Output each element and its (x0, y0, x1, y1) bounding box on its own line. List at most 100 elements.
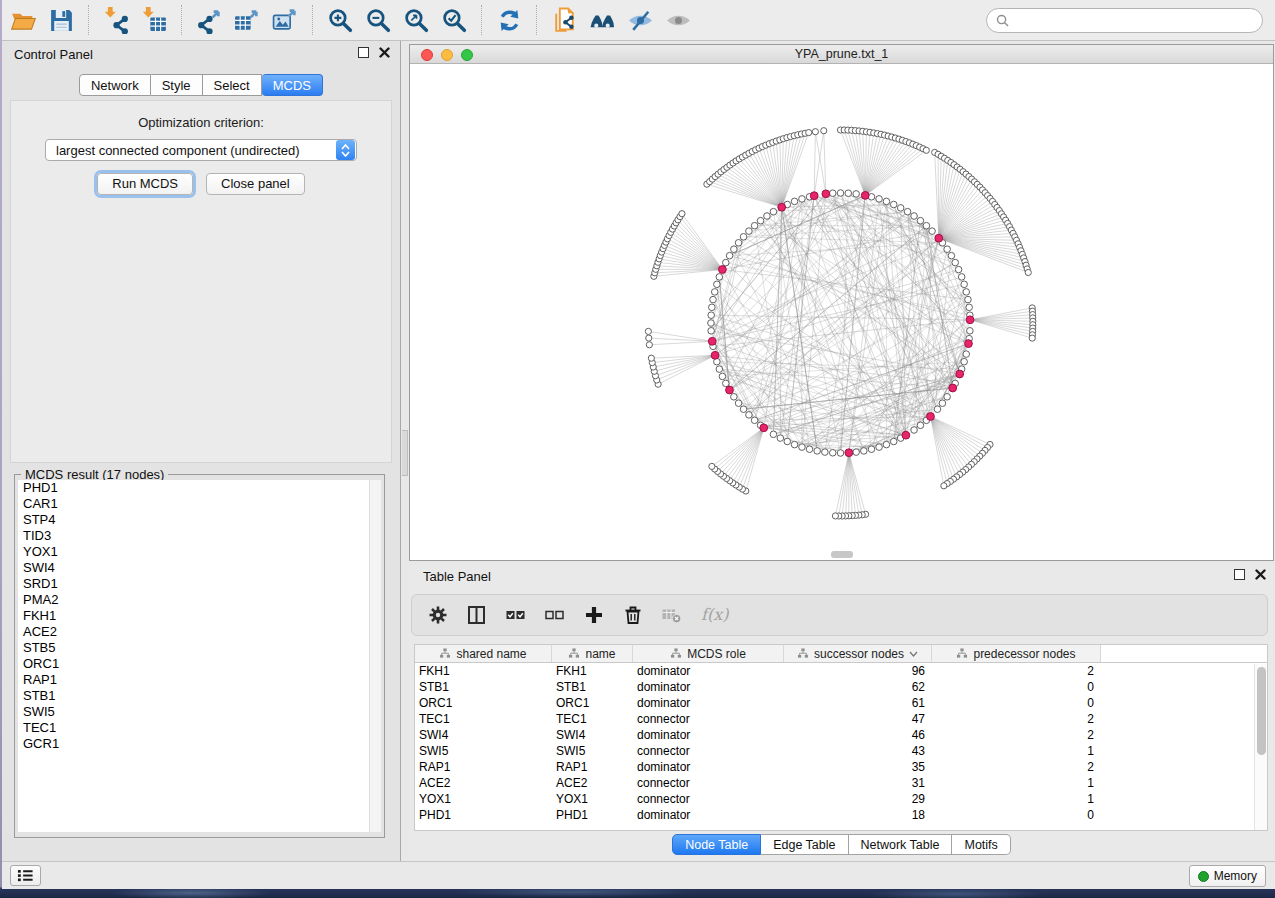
table-row[interactable]: RAP1 RAP1 dominator 35 2 (415, 759, 1267, 775)
tab-network[interactable]: Network (79, 74, 151, 96)
split-pane-handle[interactable] (402, 430, 408, 476)
delete-button[interactable] (623, 603, 643, 627)
tab-edge-table[interactable]: Edge Table (761, 834, 848, 855)
tab-network-table[interactable]: Network Table (849, 834, 953, 855)
float-panel-icon[interactable] (358, 47, 369, 58)
mcds-result-item[interactable]: GCR1 (18, 736, 381, 752)
search-icon (996, 14, 1009, 27)
refresh-button[interactable] (490, 3, 528, 37)
mcds-result-item[interactable]: YOX1 (18, 544, 381, 560)
column-header-shared-name[interactable]: shared name (415, 645, 552, 662)
mcds-result-item[interactable]: RAP1 (18, 672, 381, 688)
table-options-icon (662, 605, 682, 625)
mcds-result-item[interactable]: STB1 (18, 688, 381, 704)
table-panel-title: Table Panel (423, 569, 491, 584)
panel-menu-button[interactable] (10, 865, 41, 886)
close-table-panel-icon[interactable] (1255, 569, 1266, 580)
zoom-fit-button[interactable] (397, 3, 435, 37)
function-builder-icon: f(x) (701, 605, 735, 625)
tab-mcds[interactable]: MCDS (262, 74, 323, 96)
attribute-icon (439, 648, 451, 659)
network-canvas[interactable] (410, 64, 1273, 560)
table-scrollbar-thumb[interactable] (1257, 667, 1266, 755)
toolbar-separator (481, 5, 482, 35)
mcds-result-group: MCDS result (17 nodes) PHD1CAR1STP4TID3Y… (14, 474, 385, 838)
open-icon (10, 7, 37, 34)
column-header-successor-nodes[interactable]: successor nodes (784, 645, 932, 662)
table-row[interactable]: ACE2 ACE2 connector 31 1 (415, 775, 1267, 791)
close-panel-button[interactable]: Close panel (206, 173, 305, 195)
mcds-result-item[interactable]: TEC1 (18, 720, 381, 736)
search-input[interactable] (1014, 13, 1253, 27)
close-panel-icon[interactable] (379, 47, 390, 58)
mcds-result-item[interactable]: SWI5 (18, 704, 381, 720)
toolbar-separator (88, 5, 89, 35)
mcds-result-item[interactable]: STP4 (18, 512, 381, 528)
share-document-button[interactable] (545, 3, 583, 37)
zoom-selected-button[interactable] (435, 3, 473, 37)
mcds-list-scrollbar[interactable] (369, 480, 381, 832)
window-close-icon[interactable] (421, 49, 433, 61)
window-minimize-icon[interactable] (441, 49, 453, 61)
mcds-result-item[interactable]: CAR1 (18, 496, 381, 512)
save-button[interactable] (42, 3, 80, 37)
open-button[interactable] (4, 3, 42, 37)
attribute-icon (797, 648, 809, 659)
mcds-result-item[interactable]: SRD1 (18, 576, 381, 592)
column-header-name[interactable]: name (552, 645, 633, 662)
export-network-button[interactable] (190, 3, 228, 37)
mcds-result-item[interactable]: ACE2 (18, 624, 381, 640)
select-all-button[interactable] (506, 603, 526, 627)
mcds-result-item[interactable]: TID3 (18, 528, 381, 544)
settings-button[interactable] (428, 603, 448, 627)
mcds-result-item[interactable]: PHD1 (18, 480, 381, 496)
table-scrollbar[interactable] (1254, 664, 1267, 830)
deselect-all-button[interactable] (545, 603, 565, 627)
column-header-predecessor-nodes[interactable]: predecessor nodes (932, 645, 1101, 662)
find-button[interactable] (583, 3, 621, 37)
memory-button[interactable]: Memory (1189, 865, 1266, 887)
mcds-result-item[interactable]: ORC1 (18, 656, 381, 672)
table-row[interactable]: STB1 STB1 dominator 62 0 (415, 679, 1267, 695)
add-button[interactable] (584, 603, 604, 627)
tab-node-table[interactable]: Node Table (672, 834, 761, 855)
table-row[interactable]: PHD1 PHD1 dominator 18 0 (415, 807, 1267, 823)
table-row[interactable]: SWI4 SWI4 dominator 46 2 (415, 727, 1267, 743)
export-table-button[interactable] (228, 3, 266, 37)
column-header-MCDS-role[interactable]: MCDS role (633, 645, 784, 662)
mcds-result-list[interactable]: PHD1CAR1STP4TID3YOX1SWI4SRD1PMA2FKH1ACE2… (18, 480, 381, 832)
header-filler (1101, 645, 1267, 662)
export-image-button[interactable] (266, 3, 304, 37)
mcds-result-item[interactable]: FKH1 (18, 608, 381, 624)
table-row[interactable]: ORC1 ORC1 dominator 61 0 (415, 695, 1267, 711)
tab-motifs[interactable]: Motifs (952, 834, 1010, 855)
show-details-button[interactable] (659, 3, 697, 37)
find-icon (589, 7, 616, 34)
mcds-result-item[interactable]: SWI4 (18, 560, 381, 576)
mcds-result-item[interactable]: PMA2 (18, 592, 381, 608)
run-mcds-button[interactable]: Run MCDS (97, 173, 193, 195)
import-network-button[interactable] (97, 3, 135, 37)
network-scrollbar-thumb[interactable] (831, 551, 853, 558)
hide-details-button[interactable] (621, 3, 659, 37)
zoom-in-button[interactable] (321, 3, 359, 37)
table-row[interactable]: TEC1 TEC1 connector 47 2 (415, 711, 1267, 727)
tab-select[interactable]: Select (203, 74, 262, 96)
optimization-criterion-select[interactable]: largest connected component (undirected) (45, 139, 357, 161)
network-window-titlebar[interactable]: YPA_prune.txt_1 (410, 45, 1273, 64)
table-header-row: shared namenameMCDS rolesuccessor nodesp… (415, 645, 1267, 663)
window-zoom-icon[interactable] (461, 49, 473, 61)
table-row[interactable]: SWI5 SWI5 connector 43 1 (415, 743, 1267, 759)
zoom-out-icon (365, 7, 392, 34)
float-table-panel-icon[interactable] (1234, 569, 1245, 580)
columns-button[interactable] (467, 603, 487, 627)
table-row[interactable]: YOX1 YOX1 connector 29 1 (415, 791, 1267, 807)
search-box[interactable] (986, 8, 1263, 33)
tab-style[interactable]: Style (151, 74, 203, 96)
import-table-button[interactable] (135, 3, 173, 37)
zoom-out-button[interactable] (359, 3, 397, 37)
optimization-label: Optimization criterion: (11, 115, 391, 130)
mcds-result-item[interactable]: STB5 (18, 640, 381, 656)
export-network-icon (196, 7, 223, 34)
table-row[interactable]: FKH1 FKH1 dominator 96 2 (415, 663, 1267, 679)
